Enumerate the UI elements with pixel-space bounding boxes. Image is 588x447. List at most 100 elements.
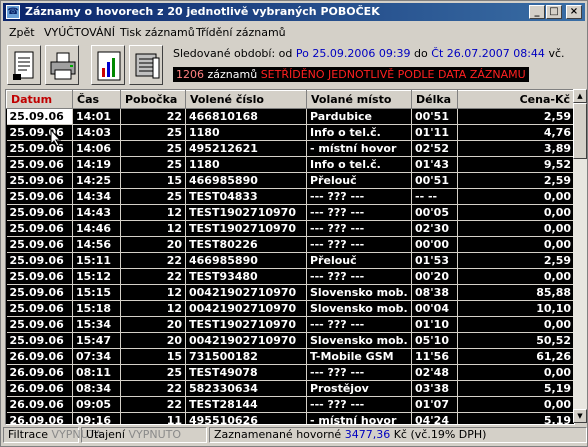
cell-price: 0,00 [457,316,574,333]
cell-branch: 25 [120,124,186,141]
maximize-button[interactable]: □ [546,5,562,19]
column-header-date[interactable]: Datum [6,90,73,109]
menu-print[interactable]: Tisk záznamů [120,26,195,39]
cell-dialed-number: 00421902710970 [185,332,307,349]
cell-dialed-number: 731500182 [185,348,307,365]
cell-date: 26.09.06 [6,412,73,424]
table-row[interactable]: 25.09.06 15:34 20 TEST1902710970 --- ??? ---… [6,316,574,333]
table-row[interactable]: 25.09.06 15:47 20 00421902710970 Slovensko m… [6,332,574,349]
cell-price: 3,89 [457,140,574,157]
cell-time: 08:11 [72,364,121,381]
cell-called-place: --- ??? --- [306,204,412,221]
column-header-duration[interactable]: Délka [411,90,458,109]
table-row[interactable]: 25.09.06 14:56 20 TEST80226 --- ??? --- 00'00… [6,236,574,253]
cell-called-place: T-Mobile GSM [306,348,412,365]
cell-dialed-number: TEST49078 [185,364,307,381]
cell-time: 14:19 [72,156,121,173]
cell-time: 14:56 [72,236,121,253]
title-bar[interactable]: ☎ Záznamy o hovorech z 20 jednotlivě vyb… [3,3,585,21]
sort-info: SETŘÍDĚNO JEDNOTLIVĚ PODLE DATA ZÁZNAMU [260,68,526,81]
menu-sort[interactable]: Třídění záznamů [196,26,286,39]
period-label: Sledované období: od [173,47,293,60]
scroll-thumb[interactable] [573,103,587,159]
cell-dialed-number: TEST28144 [185,396,307,413]
table-row[interactable]: 25.09.06 14:03 25 1180 Info o tel.č. 01'11 4,7… [6,124,574,141]
cell-called-place: --- ??? --- [306,316,412,333]
cell-called-place: --- ??? --- [306,396,412,413]
cell-time: 15:12 [72,268,121,285]
cell-called-place: Prostějov [306,380,412,397]
table-row[interactable]: 25.09.06 15:11 22 466985890 Přelouč 01'53 2,59 [6,252,574,269]
cell-duration: 01'43 [411,156,458,173]
cell-price: 4,76 [457,124,574,141]
cell-date: 25.09.06 [6,188,73,205]
minimize-button[interactable]: _ [529,5,545,19]
cell-duration: -- -- [411,188,458,205]
table-row[interactable]: 25.09.06 14:06 25 495212621- místní hovor 02… [6,140,574,157]
table-row[interactable]: 25.09.06 14:19 25 1180 Info o tel.č. 01'43 9,5… [6,156,574,173]
filter-status: Filtrace VYPNUTA [3,427,102,443]
cell-date: 26.09.06 [6,348,73,365]
print-button[interactable] [45,45,79,85]
cell-branch: 15 [120,172,186,189]
cell-branch: 22 [120,268,186,285]
table-row[interactable]: 25.09.06 14:43 12 TEST1902710970 --- ??? ---… [6,204,574,221]
cell-duration: 05'10 [411,332,458,349]
database-button[interactable] [129,45,163,85]
table-row[interactable]: 25.09.06 14:34 25 TEST04833 --- ??? --- -- --… [6,188,574,205]
table-row[interactable]: 25.09.06 15:18 12 00421902710970 Slovensko m… [6,300,574,317]
cell-duration: 11'56 [411,348,458,365]
column-header-branch[interactable]: Pobočka [120,90,186,109]
table-row[interactable]: 25.09.06 15:15 12 00421902710970 Slovensko m… [6,284,574,301]
call-records-table[interactable]: Datum Čas Pobočka Volené číslo Volané mí… [5,89,575,425]
column-header-time[interactable]: Čas [72,90,121,109]
chart-button[interactable] [91,45,125,85]
scroll-down-arrow-icon[interactable]: ▼ [573,409,587,423]
total-suffix: Kč (vč.19% DPH) [393,428,487,441]
cell-date: 25.09.06 [6,316,73,333]
cell-branch: 12 [120,220,186,237]
cell-branch: 20 [120,332,186,349]
table-row[interactable]: 25.09.06 14:25 15 466985890 Přelouč 00'51 2,59 [6,172,574,189]
scroll-up-arrow-icon[interactable]: ▲ [573,89,587,103]
column-header-price[interactable]: Cena-Kč [457,90,574,109]
cell-duration: 00'05 [411,204,458,221]
column-header-called-place[interactable]: Volané místo [306,90,412,109]
cell-date: 26.09.06 [6,396,73,413]
cell-branch: 20 [120,316,186,333]
period-to: Čt 26.07.2007 08:44 [431,47,545,60]
hide-value: VYPNUTO [128,428,182,441]
table-row[interactable]: 25.09.06 15:12 22 TEST93480 --- ??? --- 00'20… [6,268,574,285]
cell-price: 2,59 [457,108,574,125]
cell-branch: 22 [120,380,186,397]
cell-branch: 25 [120,364,186,381]
cell-called-place: --- ??? --- [306,220,412,237]
record-count: 1206 [176,68,204,81]
vertical-scrollbar[interactable]: ▲ ▼ [573,89,587,423]
table-row[interactable]: 26.09.06 08:34 22 582330634 Prostějov 03'38 5,… [6,380,574,397]
cell-branch: 25 [120,188,186,205]
document-button[interactable] [7,45,41,85]
table-row[interactable]: 26.09.06 09:16 11 495510626- místní hovor 04… [6,412,574,424]
hide-label: Utajení [86,428,125,441]
printer-icon [50,52,76,80]
cell-called-place: --- ??? --- [306,236,412,253]
table-row[interactable]: 25.09.06 14:46 12 TEST1902710970 --- ??? ---… [6,220,574,237]
table-row[interactable]: 26.09.06 07:34 15 731500182 T-Mobile GSM 11'5… [6,348,574,365]
table-row[interactable]: 26.09.06 08:11 25 TEST49078 --- ??? --- 02'48… [6,364,574,381]
table-row[interactable]: 25.09.06 14:01 22 466810168 Pardubice 00'51 2,… [6,108,574,125]
cell-date: 25.09.06 [6,156,73,173]
menu-billing[interactable]: VYÚČTOVÁNÍ [44,26,115,39]
cell-duration: 01'10 [411,316,458,333]
table-row[interactable]: 26.09.06 09:05 22 TEST28144 --- ??? --- 01'07… [6,396,574,413]
menu-back[interactable]: Zpět [9,26,35,39]
chart-icon [97,51,121,81]
cell-price: 0,00 [457,364,574,381]
cell-time: 14:46 [72,220,121,237]
column-header-dialed-number[interactable]: Volené číslo [185,90,307,109]
cell-price: 9,52 [457,156,574,173]
close-button[interactable]: × [566,5,582,19]
cell-price: 2,59 [457,172,574,189]
cell-date: 25.09.06 [6,252,73,269]
app-icon[interactable]: ☎ [6,5,20,19]
